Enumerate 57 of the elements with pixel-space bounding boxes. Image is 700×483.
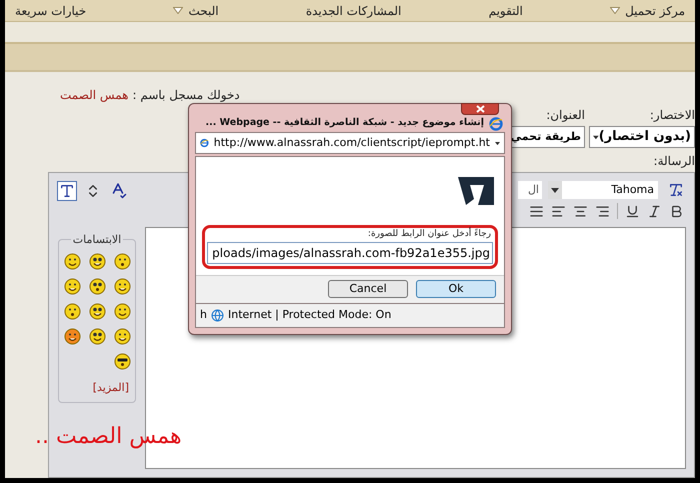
close-icon (476, 105, 484, 113)
smiley-icon[interactable] (88, 302, 106, 320)
browser-logo-icon (489, 116, 503, 130)
prompt-text: رجاءً أدخل عنوان الرابط للصورة: (366, 228, 492, 241)
smiley-icon[interactable] (88, 328, 106, 344)
switch-mode-icon[interactable] (57, 181, 77, 201)
username-link[interactable]: همس الصمت (60, 86, 128, 104)
url-input[interactable]: ploads/images/alnassrah.com-fb92a1e355.jpg (207, 242, 493, 264)
dropdown-caret-icon (610, 7, 620, 14)
smiley-icon[interactable] (64, 328, 80, 344)
nav-link[interactable]: التقويم (488, 2, 523, 20)
nav-link[interactable]: مركز تحميل (610, 2, 685, 20)
logo-icon (458, 175, 494, 207)
address-url: http://www.alnassrah.com/clientscript/ieprompt.ht (214, 134, 490, 151)
title-label: العنوان: (546, 107, 585, 124)
smiley-icon[interactable] (88, 252, 106, 270)
nav-link[interactable]: خيارات سريعة (15, 2, 86, 20)
signature-text: همس الصمت .. (35, 423, 182, 451)
globe-icon (210, 309, 224, 322)
justify-icon[interactable] (529, 204, 544, 218)
status-prefix: h (200, 307, 207, 324)
smiley-icon[interactable] (64, 278, 80, 294)
caret-icon (495, 140, 500, 146)
browser-logo-icon (200, 136, 209, 150)
dialog-title: إنشاء موضوع جديد - شبكة الناصرة الثقافية -- Webpage ... (206, 116, 484, 130)
align-center-icon[interactable] (573, 204, 588, 218)
font-select[interactable]: Tahoma (548, 181, 658, 199)
italic-icon[interactable] (647, 204, 662, 218)
smiley-icon[interactable] (114, 302, 130, 320)
smiley-icon[interactable] (64, 252, 80, 270)
prefix-label: الاختصار: (648, 107, 695, 124)
message-label: الرسالة: (654, 153, 695, 170)
smiley-icon[interactable] (114, 278, 130, 294)
smiley-icon[interactable] (114, 328, 130, 344)
smiley-icon[interactable] (114, 352, 130, 370)
caret-icon (551, 188, 559, 192)
dropdown-caret-icon (173, 7, 184, 14)
login-text: دخولك مسجل باسم : (132, 87, 240, 104)
status-text: Internet | Protected Mode: On (228, 307, 392, 324)
align-left-icon[interactable] (551, 204, 566, 218)
close-button[interactable] (461, 103, 499, 115)
nav-link[interactable]: المشاركات الجديدة (306, 2, 402, 20)
smiley-icon[interactable] (88, 278, 106, 294)
size-select[interactable]: ال (518, 181, 542, 199)
more-smilies-link[interactable]: [المزيد] (92, 380, 129, 396)
smiley-icon[interactable] (114, 252, 130, 270)
align-right-icon[interactable] (595, 204, 610, 218)
prefix-select[interactable]: (بدون اختصار) (589, 126, 695, 148)
underline-icon[interactable] (625, 204, 640, 218)
title-input[interactable]: طريقة تحمي (509, 126, 585, 148)
smiley-icon[interactable] (64, 302, 80, 320)
dialog-button[interactable]: Ok (416, 280, 496, 298)
dialog-button[interactable]: Cancel (328, 280, 408, 298)
nav-link[interactable]: البحث (173, 2, 219, 20)
bold-icon[interactable] (669, 204, 684, 218)
caret-icon (593, 134, 599, 140)
remove-format-icon[interactable] (668, 182, 684, 198)
